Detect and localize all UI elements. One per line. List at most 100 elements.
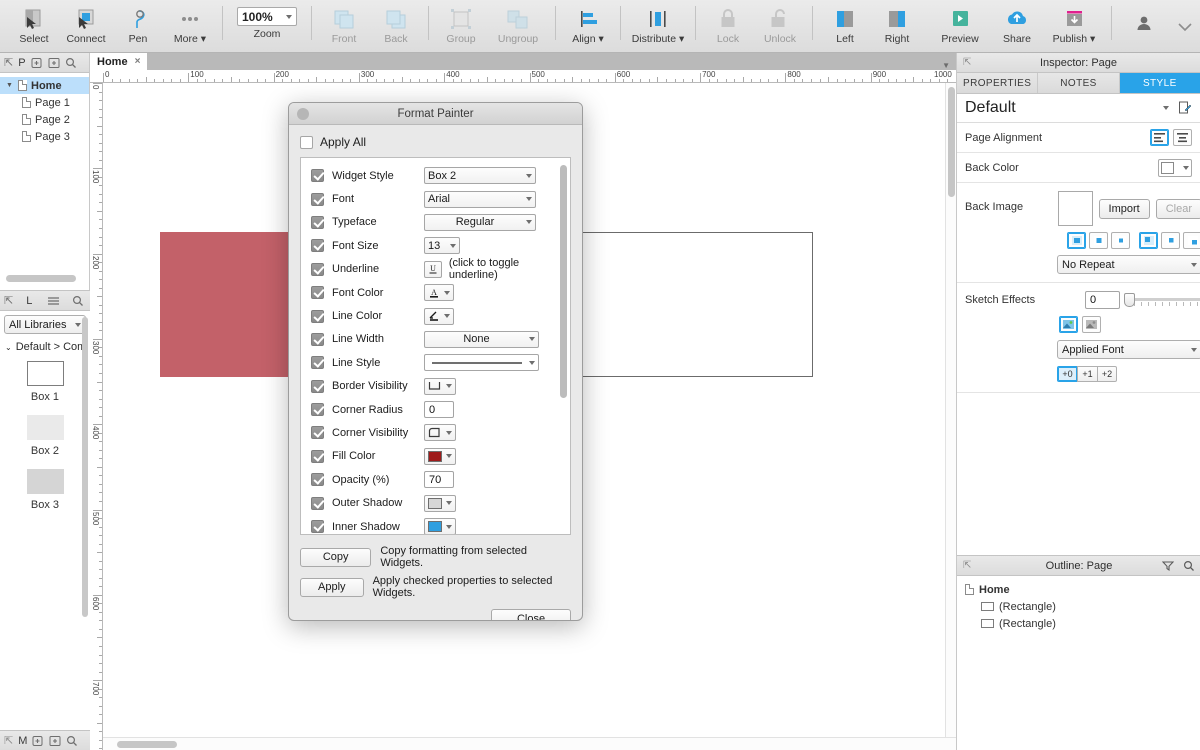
tab-properties[interactable]: PROPERTIES [957,73,1039,93]
property-checkbox[interactable] [311,449,324,463]
property-select[interactable]: Regular [424,213,536,231]
property-checkbox[interactable] [311,403,324,417]
apply-all-row[interactable]: Apply All [300,135,571,149]
collapse-panel-icon[interactable]: ⇱ [957,560,971,571]
property-select[interactable]: Arial [424,190,536,208]
toolbar-more-menu[interactable]: More ▾ [164,0,216,53]
toolbar-share[interactable]: Share [991,0,1043,53]
close-button[interactable]: Close [491,609,571,620]
align-page-left-button[interactable] [1150,129,1169,146]
library-item-box2[interactable]: Box 2 [0,415,90,457]
library-select[interactable]: All Libraries [4,315,86,334]
image-align-topleft-button[interactable] [1139,232,1158,249]
image-repeat-select[interactable]: No Repeat [1057,255,1200,274]
image-fit-stretch-button[interactable] [1111,232,1130,249]
copy-button[interactable]: Copy [300,547,372,567]
color-swatch-picker[interactable] [424,518,456,534]
apply-button[interactable]: Apply [300,577,364,597]
image-align-bottomright-button[interactable] [1183,232,1200,249]
property-text-input[interactable]: 0 [424,401,454,419]
border-visibility-picker[interactable] [424,377,456,395]
property-checkbox[interactable] [311,473,324,487]
property-checkbox[interactable] [311,215,324,229]
close-icon[interactable] [297,107,309,120]
image-fit-scale-button[interactable] [1089,232,1108,249]
import-button[interactable]: Import [1098,198,1150,219]
toolbar-publish-menu[interactable]: Publish ▾ [1043,0,1105,53]
library-item-box1[interactable]: Box 1 [0,361,90,403]
toolbar-bring-front[interactable]: Front [318,0,370,53]
toolbar-align-menu[interactable]: Align ▾ [562,0,614,53]
property-checkbox[interactable] [311,332,324,346]
toolbar-lock[interactable]: Lock [702,0,754,53]
clear-button[interactable]: Clear [1155,198,1200,219]
property-checkbox[interactable] [311,520,324,534]
chevron-down-icon[interactable] [1163,106,1169,110]
dialog-title-bar[interactable]: Format Painter [289,103,582,125]
property-select[interactable]: Box 2 [424,167,536,185]
page-tree-item-home[interactable]: ▼ Home [0,77,89,94]
font-step-2-button[interactable]: +2 [1097,366,1117,382]
apply-all-checkbox[interactable] [300,135,313,149]
collapse-panel-icon[interactable]: ⇱ [4,734,13,747]
color-swatch-picker[interactable] [424,494,456,512]
corner-visibility-picker[interactable] [424,424,456,442]
toolbar-group[interactable]: Group [435,0,487,53]
close-icon[interactable]: × [135,56,141,67]
edit-style-icon[interactable] [1178,101,1192,115]
align-page-center-button[interactable] [1173,129,1192,146]
outline-item-rectangle-1[interactable]: (Rectangle) [957,598,1200,615]
scrollbar-thumb[interactable] [948,87,955,197]
toolbar-preview[interactable]: Preview [929,0,991,53]
search-icon[interactable] [65,57,77,69]
property-checkbox[interactable] [311,426,324,440]
property-checkbox[interactable] [311,286,324,300]
property-select[interactable]: 13 [424,237,460,255]
zoom-select[interactable]: 100% [237,7,297,26]
pages-horizontal-scrollbar[interactable] [6,275,76,282]
menu-icon[interactable] [47,295,60,307]
toolbar-align-right[interactable]: Right [871,0,923,53]
add-master-folder-icon[interactable] [49,735,61,747]
font-step-0-button[interactable]: +0 [1057,366,1077,382]
applied-font-select[interactable]: Applied Font [1057,340,1200,359]
sketch-slider[interactable] [1124,293,1200,307]
slider-knob[interactable] [1124,293,1135,307]
search-icon[interactable] [1183,560,1195,572]
collapse-panel-icon[interactable]: ⇱ [4,56,13,69]
outline-item-rectangle-2[interactable]: (Rectangle) [957,615,1200,632]
filter-icon[interactable] [1162,560,1174,572]
collapse-panel-icon[interactable]: ⇱ [4,294,13,307]
image-align-center-button[interactable] [1161,232,1180,249]
back-image-preview[interactable] [1057,191,1093,226]
property-checkbox[interactable] [311,262,324,276]
back-color-picker[interactable] [1158,158,1192,177]
toolbar-account[interactable] [1118,0,1170,53]
property-select[interactable]: None [424,330,539,348]
toolbar-ungroup[interactable]: Ungroup [487,0,549,53]
tab-notes[interactable]: NOTES [1038,73,1120,93]
font-color-picker[interactable]: A [424,284,454,302]
image-fit-none-button[interactable] [1067,232,1086,249]
scrollbar-thumb[interactable] [117,741,177,748]
toolbar-connect-tool[interactable]: Connect [60,0,112,53]
add-folder-icon[interactable] [48,57,60,69]
library-group-header[interactable]: ⌄ Default > Com [0,341,90,353]
toolbar-send-back[interactable]: Back [370,0,422,53]
collapse-panel-icon[interactable]: ⇱ [957,57,971,68]
toolbar-pen-tool[interactable]: Pen [112,0,164,53]
canvas-tab-home[interactable]: Home × [90,53,148,70]
property-checkbox[interactable] [311,169,324,183]
page-tree-item-page2[interactable]: Page 2 [0,111,89,128]
toolbar-unlock[interactable]: Unlock [754,0,806,53]
property-checkbox[interactable] [311,309,324,323]
tab-overflow-chevron[interactable]: ▼ [942,61,956,70]
sketch-color-button[interactable] [1059,316,1078,333]
tab-style[interactable]: STYLE [1119,73,1200,93]
toolbar-distribute-menu[interactable]: Distribute ▾ [627,0,689,53]
underline-toggle-button[interactable]: U [424,260,442,278]
property-checkbox[interactable] [311,379,324,393]
property-text-input[interactable]: 70 [424,471,454,489]
library-item-box3[interactable]: Box 3 [0,469,90,511]
toolbar-collapse-button[interactable] [1170,0,1200,53]
